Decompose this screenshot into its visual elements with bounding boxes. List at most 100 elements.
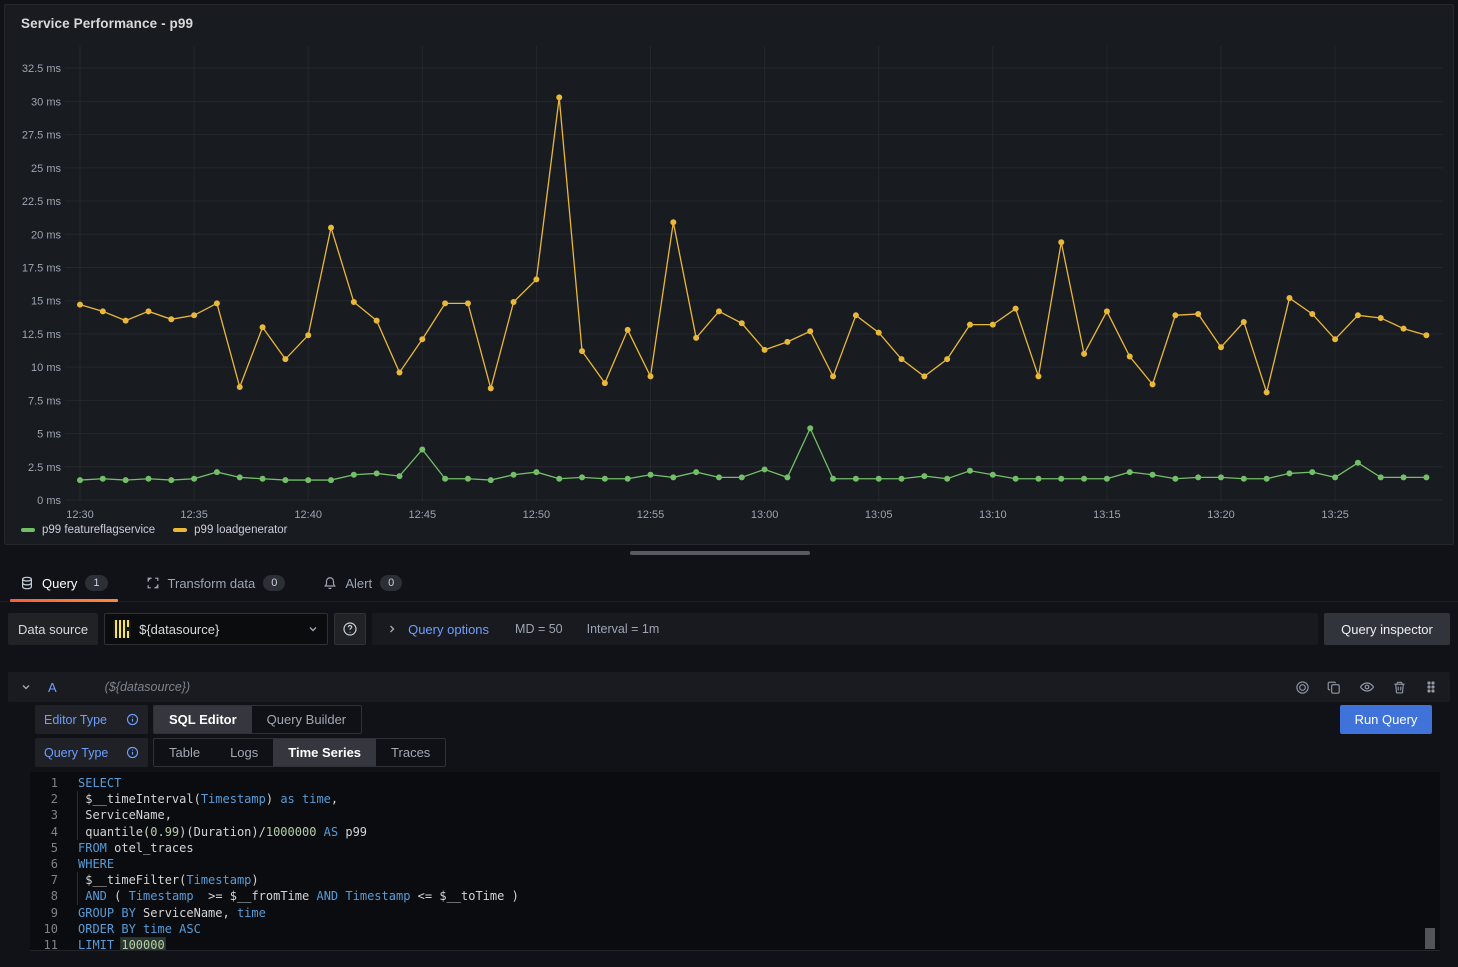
data-point — [328, 477, 334, 483]
data-point — [442, 300, 448, 306]
code-line[interactable]: 9GROUP BY ServiceName, time — [30, 905, 1440, 921]
legend-item[interactable]: p99 featureflagservice — [21, 524, 155, 536]
data-point — [1264, 389, 1270, 395]
tab-alert[interactable]: Alert 0 — [319, 565, 406, 602]
data-point — [1013, 306, 1019, 312]
data-point — [579, 474, 585, 480]
data-point — [1423, 474, 1429, 480]
query-type-logs[interactable]: Logs — [215, 739, 273, 766]
data-point — [1035, 373, 1041, 379]
data-point — [442, 476, 448, 482]
line-number: 6 — [30, 856, 58, 872]
editor-type-query-builder[interactable]: Query Builder — [252, 706, 361, 733]
data-point — [145, 308, 151, 314]
data-point — [944, 476, 950, 482]
query-row-actions — [1295, 679, 1438, 695]
line-number: 1 — [30, 775, 58, 791]
code-line[interactable]: 3 ServiceName, — [30, 807, 1440, 823]
legend-item[interactable]: p99 loadgenerator — [173, 524, 287, 536]
sql-code-editor[interactable]: 1SELECT2 $__timeInterval(Timestamp) as t… — [30, 772, 1440, 951]
query-type-row: Query Type Table Logs Time Series Traces — [35, 738, 446, 767]
code-line[interactable]: 6WHERE — [30, 856, 1440, 872]
tab-badge: 1 — [85, 575, 107, 591]
y-axis-tick-label: 15 ms — [31, 296, 61, 308]
data-point — [602, 476, 608, 482]
data-point — [967, 322, 973, 328]
tab-label: Query — [42, 576, 77, 591]
data-point — [351, 299, 357, 305]
collapse-chevron-icon[interactable] — [20, 681, 32, 693]
data-point — [1241, 319, 1247, 325]
data-point — [351, 472, 357, 478]
data-point — [260, 476, 266, 482]
line-number: 8 — [30, 888, 58, 904]
drag-handle-grip-icon[interactable] — [1424, 680, 1438, 694]
record-circle-icon[interactable] — [1295, 680, 1310, 695]
data-point — [1058, 476, 1064, 482]
code-line[interactable]: 4 quantile(0.99)(Duration)/1000000 AS p9… — [30, 824, 1440, 840]
data-point — [921, 473, 927, 479]
data-point — [876, 330, 882, 336]
code-line[interactable]: 5FROM otel_traces — [30, 840, 1440, 856]
query-type-table[interactable]: Table — [154, 739, 215, 766]
delete-query-trash-icon[interactable] — [1392, 680, 1407, 695]
hide-query-eye-icon[interactable] — [1359, 679, 1375, 695]
data-point — [830, 373, 836, 379]
chart-svg[interactable]: 0 ms2.5 ms5 ms7.5 ms10 ms12.5 ms15 ms17.… — [5, 5, 1455, 546]
query-type-time-series[interactable]: Time Series — [273, 739, 376, 766]
tab-label: Transform data — [168, 576, 256, 591]
data-point — [762, 347, 768, 353]
database-icon — [20, 576, 34, 590]
code-line[interactable]: 10ORDER BY time ASC — [30, 921, 1440, 937]
code-line[interactable]: 11LIMIT 100000 — [30, 937, 1440, 951]
code-line[interactable]: 1 SELECT — [30, 775, 1440, 791]
query-options-toggle[interactable]: Query options MD = 50 Interval = 1m — [372, 613, 1318, 645]
code-line[interactable]: 2 $__timeInterval(Timestamp) as time, — [30, 791, 1440, 807]
data-point — [396, 369, 402, 375]
tab-label: Alert — [345, 576, 372, 591]
data-point — [1378, 315, 1384, 321]
query-inspector-button[interactable]: Query inspector — [1324, 613, 1450, 645]
data-point — [237, 474, 243, 480]
query-type-traces[interactable]: Traces — [376, 739, 445, 766]
duplicate-query-icon[interactable] — [1327, 680, 1342, 695]
data-point — [967, 468, 973, 474]
data-point — [1332, 336, 1338, 342]
line-number: 5 — [30, 840, 58, 856]
data-point — [1401, 474, 1407, 480]
editor-scrollbar-slider[interactable] — [1425, 928, 1435, 949]
code-line[interactable]: 7 $__timeFilter(Timestamp) — [30, 872, 1440, 888]
info-circle-icon[interactable] — [126, 713, 139, 726]
query-ref-id[interactable]: A — [48, 680, 57, 695]
code-text: SELECT — [78, 775, 121, 791]
datasource-picker[interactable]: ${datasource} — [104, 613, 328, 645]
data-point — [145, 476, 151, 482]
data-point — [1104, 308, 1110, 314]
code-line[interactable]: 8 AND ( Timestamp >= $__fromTime AND Tim… — [30, 888, 1440, 904]
data-point — [853, 312, 859, 318]
series-line — [80, 97, 1426, 392]
horizontal-scrollbar-thumb[interactable] — [630, 551, 810, 555]
data-point — [579, 348, 585, 354]
line-number: 2 — [30, 791, 58, 807]
data-point — [1309, 469, 1315, 475]
editor-type-sql-editor[interactable]: SQL Editor — [154, 706, 252, 733]
info-circle-icon[interactable] — [126, 746, 139, 759]
line-number: 7 — [30, 872, 58, 888]
tab-query[interactable]: Query 1 — [16, 565, 112, 602]
code-lines: 1SELECT2 $__timeInterval(Timestamp) as t… — [30, 775, 1440, 951]
legend-label: p99 featureflagservice — [42, 524, 155, 536]
code-text: $__timeInterval(Timestamp) as time, — [78, 791, 338, 807]
legend-swatch — [21, 528, 35, 532]
active-tab-underline — [10, 599, 118, 602]
query-row-header[interactable]: A (${datasource}) — [8, 672, 1450, 702]
data-point — [1241, 476, 1247, 482]
run-query-button[interactable]: Run Query — [1340, 705, 1432, 734]
tab-transform-data[interactable]: Transform data 0 — [142, 565, 290, 602]
y-axis-tick-label: 22.5 ms — [22, 196, 62, 208]
data-point — [739, 320, 745, 326]
data-point — [77, 477, 83, 483]
data-point — [237, 384, 243, 390]
data-point — [533, 276, 539, 282]
datasource-help-button[interactable] — [334, 613, 366, 645]
